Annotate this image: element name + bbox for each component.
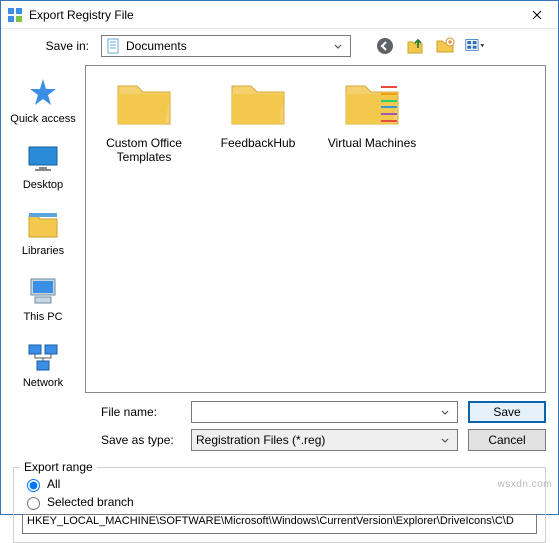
savein-label: Save in: xyxy=(41,39,95,53)
file-list-pane[interactable]: Custom Office Templates FeedbackHub Virt… xyxy=(85,65,546,393)
export-range-legend: Export range xyxy=(20,460,97,474)
radio-branch-input[interactable] xyxy=(27,497,40,510)
nav-toolbar xyxy=(375,36,485,56)
view-menu-button[interactable] xyxy=(465,36,485,56)
folder-icon xyxy=(229,80,287,128)
network-icon xyxy=(25,341,61,373)
folder-feedbackhub[interactable]: FeedbackHub xyxy=(210,80,306,150)
regedit-icon xyxy=(7,7,23,23)
libraries-icon xyxy=(25,209,61,241)
savein-row: Save in: Documents xyxy=(1,29,558,63)
chevron-down-icon xyxy=(437,433,453,447)
folder-virtual-machines[interactable]: Virtual Machines xyxy=(324,80,420,150)
saveastype-value: Registration Files (*.reg) xyxy=(196,433,437,447)
watermark: wsxdn.com xyxy=(497,479,552,490)
filename-label: File name: xyxy=(101,405,181,419)
sidebar-label: Network xyxy=(1,377,85,389)
window-title: Export Registry File xyxy=(29,8,516,22)
dialog-window: Export Registry File Save in: Documents xyxy=(0,0,559,515)
sidebar-item-libraries[interactable]: Libraries xyxy=(1,205,85,265)
savein-combo[interactable]: Documents xyxy=(101,35,351,57)
bottom-rows: File name: Save Save as type: Registrati… xyxy=(1,397,558,465)
saveastype-label: Save as type: xyxy=(101,433,181,447)
folder-label: Custom Office Templates xyxy=(96,136,192,165)
chevron-down-icon xyxy=(330,39,346,53)
folder-custom-office-templates[interactable]: Custom Office Templates xyxy=(96,80,192,165)
sidebar-label: This PC xyxy=(1,311,85,323)
sidebar-item-quick-access[interactable]: Quick access xyxy=(1,73,85,133)
sidebar-item-network[interactable]: Network xyxy=(1,337,85,397)
save-button[interactable]: Save xyxy=(468,401,546,423)
sidebar-item-this-pc[interactable]: This PC xyxy=(1,271,85,331)
titlebar: Export Registry File xyxy=(1,1,558,29)
chevron-down-icon xyxy=(437,405,453,419)
close-button[interactable] xyxy=(516,1,558,29)
sidebar-label: Libraries xyxy=(1,245,85,257)
sidebar-label: Quick access xyxy=(1,113,85,125)
savein-value: Documents xyxy=(126,39,330,53)
body-area: Quick access Desktop Libraries This PC xyxy=(1,63,558,397)
this-pc-icon xyxy=(25,275,61,307)
quick-access-icon xyxy=(25,77,61,109)
filename-combo[interactable] xyxy=(191,401,458,423)
new-folder-button[interactable] xyxy=(435,36,455,56)
sidebar-item-desktop[interactable]: Desktop xyxy=(1,139,85,199)
radio-selected-branch[interactable]: Selected branch xyxy=(22,494,537,510)
places-bar: Quick access Desktop Libraries This PC xyxy=(1,63,85,397)
desktop-icon xyxy=(25,143,61,175)
cancel-button[interactable]: Cancel xyxy=(468,429,546,451)
folder-label: Virtual Machines xyxy=(324,136,420,150)
folder-label: FeedbackHub xyxy=(210,136,306,150)
radio-branch-label: Selected branch xyxy=(47,495,134,509)
up-one-level-button[interactable] xyxy=(405,36,425,56)
vm-overlay-icon xyxy=(381,84,397,124)
folder-icon xyxy=(343,80,401,128)
folder-icon xyxy=(115,80,173,128)
branch-path-input[interactable]: HKEY_LOCAL_MACHINE\SOFTWARE\Microsoft\Wi… xyxy=(22,514,537,534)
documents-icon xyxy=(106,38,122,54)
radio-all[interactable]: All xyxy=(22,476,537,492)
radio-all-label: All xyxy=(47,477,60,491)
sidebar-label: Desktop xyxy=(1,179,85,191)
saveastype-combo[interactable]: Registration Files (*.reg) xyxy=(191,429,458,451)
back-button[interactable] xyxy=(375,36,395,56)
export-range-group: Export range All Selected branch HKEY_LO… xyxy=(13,467,546,543)
radio-all-input[interactable] xyxy=(27,479,40,492)
